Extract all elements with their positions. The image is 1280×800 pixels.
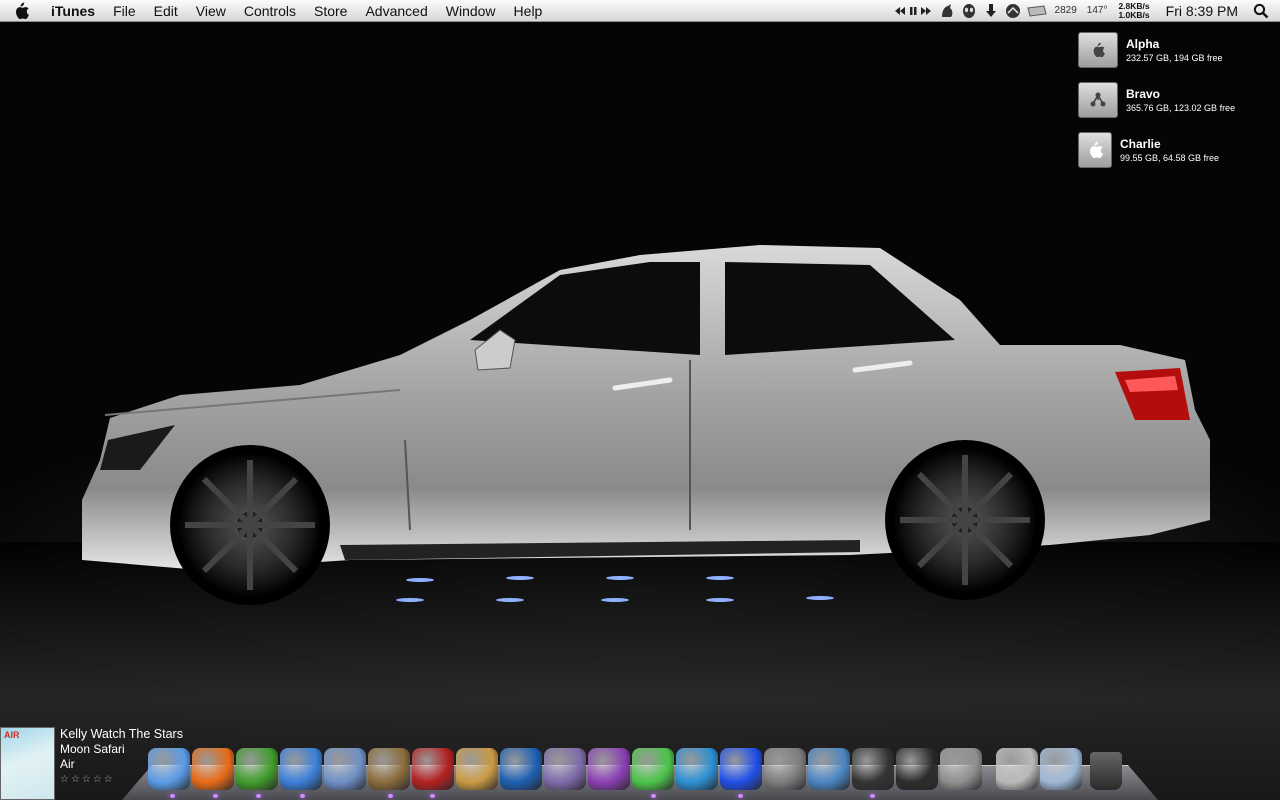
quicksilver-icon[interactable] bbox=[676, 748, 718, 790]
drive-alpha[interactable]: Alpha 232.57 GB, 194 GB free bbox=[1078, 32, 1223, 68]
menu-window[interactable]: Window bbox=[437, 0, 505, 22]
spotlight-search-icon[interactable] bbox=[1250, 0, 1272, 22]
growl-icon[interactable] bbox=[936, 0, 958, 22]
menubar-clock[interactable]: Fri 8:39 PM bbox=[1156, 3, 1250, 19]
firefox-icon[interactable] bbox=[192, 748, 234, 790]
sync-icon[interactable] bbox=[1002, 0, 1024, 22]
menu-help[interactable]: Help bbox=[505, 0, 552, 22]
transmit-truck-icon[interactable] bbox=[764, 748, 806, 790]
menu-file[interactable]: File bbox=[104, 0, 145, 22]
textmate-icon[interactable] bbox=[544, 748, 586, 790]
menu-advanced[interactable]: Advanced bbox=[356, 0, 436, 22]
drive-label: Charlie 99.55 GB, 64.58 GB free bbox=[1120, 137, 1219, 164]
drive-label: Alpha 232.57 GB, 194 GB free bbox=[1126, 37, 1223, 64]
dock-running-indicator bbox=[300, 794, 305, 798]
itunes-icon[interactable] bbox=[280, 748, 322, 790]
hard-drive-icon bbox=[1078, 32, 1118, 68]
menubar-counter: 2829 bbox=[1054, 5, 1077, 16]
system-preferences-icon[interactable] bbox=[940, 748, 982, 790]
dock-running-indicator bbox=[870, 794, 875, 798]
iphoto-icon[interactable] bbox=[368, 748, 410, 790]
drive-name: Charlie bbox=[1120, 136, 1161, 151]
apple-logo-icon bbox=[16, 2, 29, 19]
applications-stack-icon[interactable] bbox=[1040, 748, 1082, 790]
dock-running-indicator bbox=[388, 794, 393, 798]
media-controls-icon[interactable] bbox=[890, 0, 936, 22]
net-download-rate: 1.0KB/s bbox=[1118, 9, 1150, 20]
album-art-label: AIR bbox=[4, 730, 20, 740]
alien-icon[interactable] bbox=[958, 0, 980, 22]
photo-booth-icon[interactable] bbox=[412, 748, 454, 790]
drive-charlie[interactable]: Charlie 99.55 GB, 64.58 GB free bbox=[1078, 132, 1219, 168]
drive-info: 232.57 GB, 194 GB free bbox=[1126, 52, 1223, 63]
album-art: AIR bbox=[0, 727, 55, 800]
apple-menu[interactable] bbox=[0, 0, 42, 22]
illustrator-icon[interactable] bbox=[588, 748, 630, 790]
download-arrow-icon[interactable] bbox=[980, 0, 1002, 22]
status-area: 2829 147° 2.8KB/s 1.0KB/s Fri 8:39 PM bbox=[890, 0, 1280, 22]
dashboard-icon[interactable] bbox=[720, 748, 762, 790]
cpu-temperature: 147° bbox=[1086, 5, 1108, 16]
drive-label: Bravo 365.76 GB, 123.02 GB free bbox=[1126, 87, 1235, 114]
preview-icon[interactable] bbox=[456, 748, 498, 790]
dock-running-indicator bbox=[213, 794, 218, 798]
dock-running-indicator bbox=[738, 794, 743, 798]
menu-bar: iTunes File Edit View Controls Store Adv… bbox=[0, 0, 1280, 22]
menu-view[interactable]: View bbox=[187, 0, 235, 22]
drive-bravo[interactable]: Bravo 365.76 GB, 123.02 GB free bbox=[1078, 82, 1235, 118]
downloads-stack-icon[interactable] bbox=[996, 748, 1038, 790]
drive-name: Alpha bbox=[1126, 36, 1160, 51]
finder-icon[interactable] bbox=[148, 748, 190, 790]
dock-running-indicator bbox=[651, 794, 656, 798]
menu-edit[interactable]: Edit bbox=[145, 0, 187, 22]
dock bbox=[148, 742, 1124, 790]
trash-icon[interactable] bbox=[1090, 752, 1122, 790]
mail-icon[interactable] bbox=[1024, 0, 1050, 22]
dock-running-indicator bbox=[256, 794, 261, 798]
hard-drive-icon bbox=[1078, 132, 1112, 168]
network-utility-icon[interactable] bbox=[808, 748, 850, 790]
menu-controls[interactable]: Controls bbox=[235, 0, 305, 22]
activity-monitor-icon[interactable] bbox=[896, 748, 938, 790]
photoshop-icon[interactable] bbox=[500, 748, 542, 790]
adium-duck-icon[interactable] bbox=[236, 748, 278, 790]
drive-name: Bravo bbox=[1126, 86, 1161, 101]
network-monitor[interactable]: 2.8KB/s 1.0KB/s bbox=[1112, 1, 1155, 20]
track-title: Kelly Watch The Stars bbox=[60, 727, 183, 741]
dock-separator[interactable] bbox=[984, 746, 996, 790]
camino-icon[interactable] bbox=[852, 748, 894, 790]
menu-store[interactable]: Store bbox=[305, 0, 356, 22]
app-menu-itunes[interactable]: iTunes bbox=[42, 0, 104, 22]
messages-icon[interactable] bbox=[632, 748, 674, 790]
drive-info: 365.76 GB, 123.02 GB free bbox=[1126, 102, 1236, 113]
firewire-drive-icon bbox=[1078, 82, 1118, 118]
dock-running-indicator bbox=[170, 794, 175, 798]
mail-stamp-icon[interactable] bbox=[324, 748, 366, 790]
dock-running-indicator bbox=[430, 794, 435, 798]
drive-info: 99.55 GB, 64.58 GB free bbox=[1120, 152, 1220, 163]
